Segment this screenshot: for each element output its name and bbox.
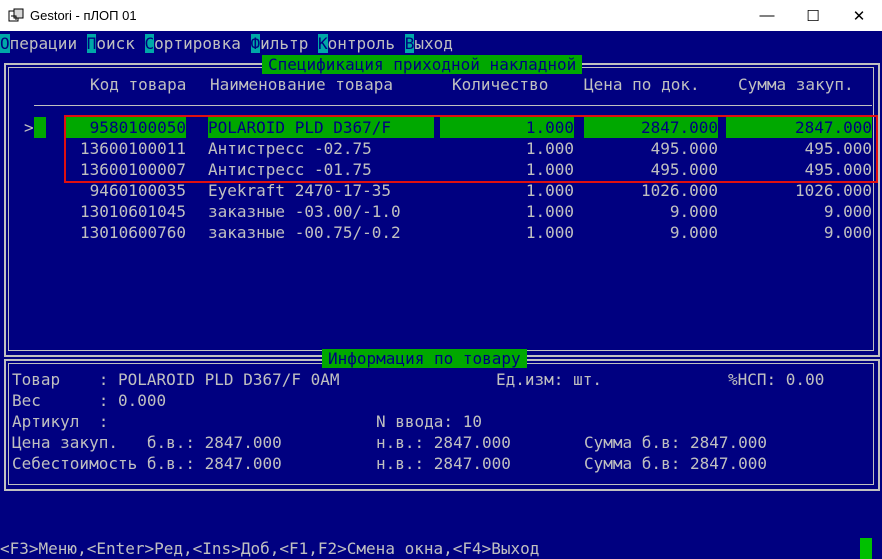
cell-sum: 9.000 xyxy=(823,202,872,221)
minimize-button[interactable]: — xyxy=(744,0,790,31)
info-price-nv: н.в.: 2847.000 xyxy=(376,433,511,452)
cell-price: 9.000 xyxy=(669,202,718,221)
menu-bar: Операции Поиск Сортировка Фильтр Контрол… xyxy=(0,33,453,54)
col-header-qty[interactable]: Количество xyxy=(452,74,548,95)
cell-name: Eyekraft 2470-17-35 xyxy=(208,181,392,200)
menu-hotkey: С xyxy=(144,34,155,53)
info-product: Товар : POLAROID PLD D367/F 0AM xyxy=(12,370,340,389)
menu-label: ортировка xyxy=(154,34,241,53)
info-nsp: %НСП: 0.00 xyxy=(728,370,825,389)
col-header-code[interactable]: Код товара xyxy=(90,74,186,95)
header-separator xyxy=(34,105,872,106)
info-article: Артикул : xyxy=(12,412,109,431)
menu-item-control[interactable]: Контроль xyxy=(317,34,396,53)
cell-code: 13010600760 xyxy=(80,223,186,242)
gestori-app-icon xyxy=(8,8,24,22)
menu-item-exit[interactable]: Выход xyxy=(404,34,453,53)
menu-hotkey: О xyxy=(0,34,10,53)
minimize-icon: — xyxy=(759,7,775,24)
info-price-bv: Цена закуп. б.в.: 2847.000 xyxy=(12,433,282,452)
row-marker xyxy=(34,117,46,138)
info-entry-number: N ввода: 10 xyxy=(376,412,482,431)
col-header-sum[interactable]: Сумма закуп. xyxy=(738,74,854,95)
info-sum-bv: Сумма б.в: 2847.000 xyxy=(584,433,768,452)
menu-label: ильтр xyxy=(260,34,309,53)
cell-qty: 1.000 xyxy=(525,181,574,200)
window-titlebar: Gestori - пЛОП 01 — ☐ ✕ xyxy=(0,0,882,31)
table-row[interactable]: 13010601045 заказные -03.00/-1.0 1.000 9.00… xyxy=(0,201,882,222)
cell-qty: 1.000 xyxy=(525,202,574,221)
window-title: Gestori - пЛОП 01 xyxy=(30,8,137,23)
info-unit: Ед.изм: шт. xyxy=(496,370,602,389)
menu-label: оиск xyxy=(96,34,135,53)
status-bar-hints: <F3>Меню,<Enter>Ред,<Ins>Доб,<F1,F2>Смен… xyxy=(0,539,540,558)
maximize-button[interactable]: ☐ xyxy=(790,0,836,31)
info-cost-bv: Себестоимость б.в.: 2847.000 xyxy=(12,454,282,473)
menu-hotkey: Ф xyxy=(250,34,261,53)
menu-item-search[interactable]: Поиск xyxy=(86,34,135,53)
cell-name: заказные -00.75/-0.2 xyxy=(208,223,401,242)
table-row[interactable]: 9460100035 Eyekraft 2470-17-35 1.000 1026.0… xyxy=(0,180,882,201)
row-pointer: > xyxy=(24,118,34,137)
menu-item-sort[interactable]: Сортировка xyxy=(144,34,241,53)
text-cursor xyxy=(860,538,872,559)
cell-code: 9460100035 xyxy=(89,181,186,200)
info-cost-sum-bv: Сумма б.в: 2847.000 xyxy=(584,454,768,473)
info-panel-title: Информация по товару xyxy=(322,349,527,368)
cell-qty: 1.000 xyxy=(525,223,574,242)
menu-label: онтроль xyxy=(327,34,396,53)
cell-code: 13010601045 xyxy=(80,202,186,221)
spec-panel-title: Спецификация приходной накладной xyxy=(262,55,583,74)
info-cost-nv: н.в.: 2847.000 xyxy=(376,454,511,473)
maximize-icon: ☐ xyxy=(806,7,820,25)
close-icon: ✕ xyxy=(852,7,866,25)
menu-item-filter[interactable]: Фильтр xyxy=(250,34,309,53)
menu-hotkey: К xyxy=(317,34,328,53)
cell-sum: 9.000 xyxy=(823,223,872,242)
table-row[interactable]: 13010600760 заказные -00.75/-0.2 1.000 9.00… xyxy=(0,222,882,243)
menu-hotkey: П xyxy=(86,34,97,53)
cell-name: заказные -03.00/-1.0 xyxy=(208,202,401,221)
menu-hotkey: В xyxy=(404,34,415,53)
info-weight: Вес : 0.000 xyxy=(12,391,167,410)
col-header-price[interactable]: Цена по док. xyxy=(584,74,700,95)
highlight-annotation-box xyxy=(64,115,878,183)
col-header-name[interactable]: Наименование товара xyxy=(210,74,393,95)
menu-item-operations[interactable]: Операции xyxy=(0,34,77,53)
console-area: Операции Поиск Сортировка Фильтр Контрол… xyxy=(0,31,882,559)
cell-price: 1026.000 xyxy=(640,181,718,200)
cell-price: 9.000 xyxy=(669,223,718,242)
menu-label: ыход xyxy=(414,34,453,53)
menu-label: перации xyxy=(9,34,78,53)
close-button[interactable]: ✕ xyxy=(836,0,882,31)
cell-sum: 1026.000 xyxy=(794,181,872,200)
